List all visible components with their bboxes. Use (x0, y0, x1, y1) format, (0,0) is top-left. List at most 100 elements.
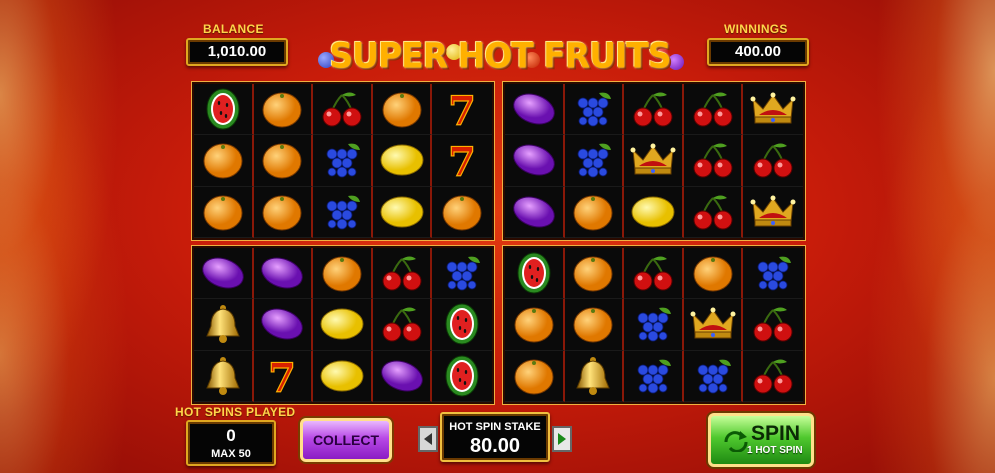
plum-icon (380, 360, 423, 392)
spin-button[interactable]: SPIN 1 HOT SPIN (708, 413, 814, 467)
orange-icon (514, 307, 554, 343)
reel-cell (505, 350, 565, 402)
reel-cell (313, 84, 373, 136)
crown-icon (690, 307, 736, 339)
spin-sublabel: 1 HOT SPIN (747, 445, 803, 456)
bell-icon (206, 305, 240, 344)
stake-increase-button[interactable] (552, 426, 572, 452)
lemon-icon (320, 360, 364, 392)
stake-value: 80.00 (469, 435, 521, 457)
reel-cell (743, 299, 803, 351)
cherry-icon (693, 195, 733, 230)
reel-cell: 7 (432, 135, 492, 187)
reel-cell: 7 (432, 84, 492, 136)
plum-icon (512, 144, 555, 176)
arrow-right-icon (558, 433, 566, 445)
reel-cell (372, 135, 433, 187)
lemon-icon (380, 144, 424, 176)
reel-cell (194, 350, 254, 402)
grapes-icon (326, 144, 360, 178)
collect-button[interactable]: COLLECT (300, 418, 392, 462)
cherry-icon (382, 307, 422, 342)
plum-icon (512, 196, 555, 228)
balance-value: 1,010.00 (186, 38, 288, 66)
winnings-label: WINNINGS (724, 22, 788, 36)
reel-cell (432, 187, 492, 238)
reel-cell (743, 351, 803, 402)
hot-spins-label: HOT SPINS PLAYED (175, 405, 296, 419)
reel-cell (253, 248, 314, 300)
reel-panel-top-right (503, 82, 805, 240)
reel-cell (313, 248, 373, 300)
cherry-icon (753, 359, 793, 394)
plum-icon (201, 257, 244, 289)
grapes-icon (577, 144, 612, 178)
reel-cell (253, 84, 314, 136)
orange-icon (203, 143, 243, 179)
reel-cell (313, 350, 373, 402)
bell-icon (206, 356, 240, 395)
crown-icon (750, 195, 796, 227)
seven-icon: 7 (448, 88, 477, 132)
reel-cell (194, 299, 254, 351)
reel-cell (683, 84, 744, 136)
cherry-icon (753, 307, 793, 342)
reel-cell (743, 135, 803, 187)
stake-box: HOT SPIN STAKE 80.00 (440, 412, 550, 462)
reel-cell (372, 350, 433, 402)
reel-cell (683, 186, 744, 238)
orange-icon (514, 359, 554, 395)
svg-text:7: 7 (448, 139, 476, 182)
reel-cell (505, 248, 565, 300)
orange-icon (573, 195, 613, 231)
lemon-icon (631, 196, 675, 228)
orange-icon (203, 195, 243, 231)
seven-icon: 7 (448, 139, 477, 183)
reel-cell (683, 299, 744, 351)
orange-icon (382, 92, 422, 128)
plum-icon (261, 308, 304, 340)
reel-cell (253, 299, 314, 351)
grapes-icon (577, 92, 612, 127)
cherry-icon (382, 256, 422, 291)
reel-panel-bottom-left: 7 (192, 246, 494, 404)
stake-label: HOT SPIN STAKE (449, 421, 541, 433)
spin-arrows-icon (724, 431, 748, 452)
reel-cell (194, 248, 254, 300)
cherry-icon (693, 92, 733, 127)
grapes-icon (637, 308, 671, 342)
reel-cell (372, 299, 433, 351)
reel-cell (624, 186, 684, 238)
reel-cell (432, 351, 492, 402)
reel-cell (505, 299, 565, 351)
watermelon-icon (445, 303, 479, 345)
grapes-icon (637, 359, 671, 394)
grapes-icon (326, 195, 360, 230)
seven-icon: 7 (268, 354, 297, 398)
reel-cell (683, 350, 744, 402)
reel-cell (564, 186, 625, 238)
orange-icon (573, 307, 613, 343)
reel-cell (564, 84, 625, 136)
reel-cell (372, 248, 433, 300)
hot-spins-box: 0 MAX 50 (186, 420, 276, 466)
stake-decrease-button[interactable] (418, 426, 438, 452)
reel-cell (624, 299, 684, 351)
plum-icon (261, 257, 304, 289)
reel-cell (432, 248, 492, 300)
reel-cell (743, 84, 803, 136)
reel-cell (313, 299, 373, 351)
reel-cell (564, 299, 625, 351)
orange-icon (262, 143, 302, 179)
cherry-icon (633, 92, 673, 127)
orange-icon (693, 256, 733, 292)
reel-cell (313, 186, 373, 238)
reel-cell (372, 186, 433, 238)
crown-icon (750, 92, 796, 124)
lemon-icon (380, 196, 424, 228)
balance-label: BALANCE (203, 22, 264, 36)
reel-cell (743, 187, 803, 238)
orange-icon (573, 256, 613, 292)
reel-cell (505, 84, 565, 136)
lemon-icon (320, 308, 364, 340)
